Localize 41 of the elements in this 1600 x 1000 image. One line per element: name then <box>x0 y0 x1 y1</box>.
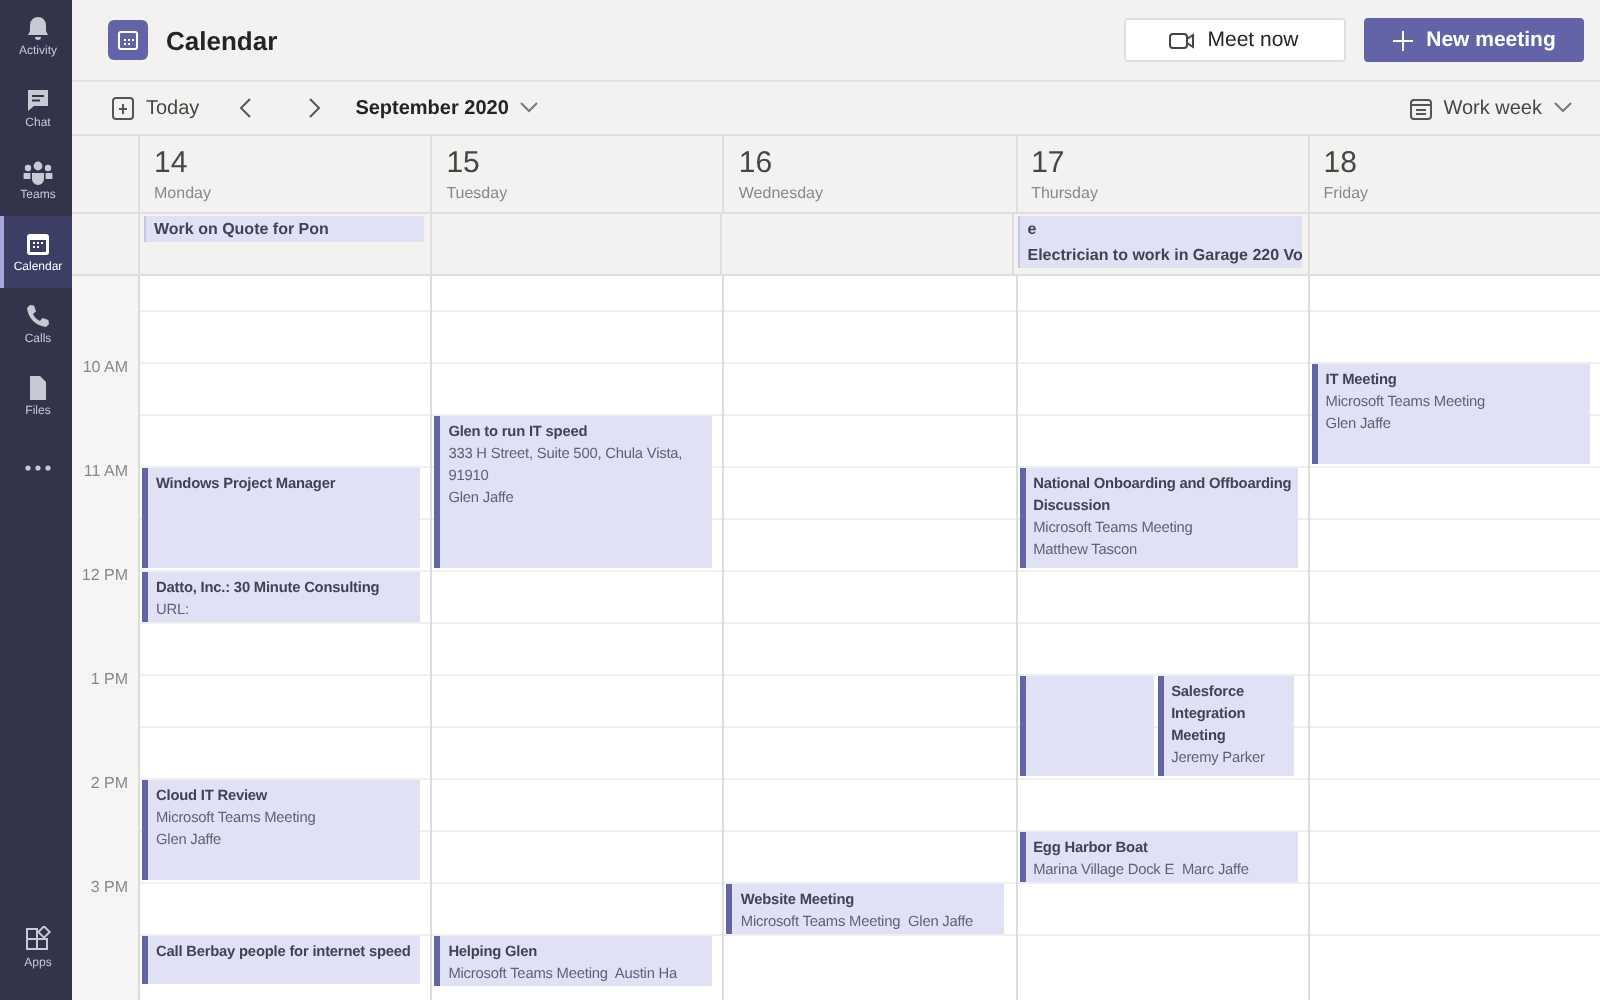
weekday-label: Monday <box>154 182 213 206</box>
today-button[interactable]: Today <box>112 96 200 120</box>
all-day-event[interactable]: Work on Quote for Pon <box>144 216 424 242</box>
phone-icon <box>24 302 52 330</box>
weekday-label: Wednesday <box>738 182 825 206</box>
plus-icon <box>1392 29 1415 51</box>
new-meeting-button[interactable]: New meeting <box>1364 18 1584 62</box>
calendar-icon <box>24 230 52 258</box>
time-label: 2 PM <box>90 774 128 793</box>
calendar-event[interactable] <box>1019 676 1154 777</box>
page-title: Calendar <box>166 25 280 55</box>
all-day-event[interactable]: Electrician to work in Garage 220 Vo <box>1017 242 1303 268</box>
more-icon <box>24 464 52 472</box>
time-label: 12 PM <box>81 566 128 585</box>
meet-now-button[interactable]: Meet now <box>1124 18 1346 62</box>
view-picker[interactable]: Work week <box>1409 97 1572 119</box>
chevron-down-icon <box>520 102 539 114</box>
time-label: 3 PM <box>90 878 128 897</box>
weekday-label: Friday <box>1323 182 1371 206</box>
day-number: 17 <box>1031 146 1067 182</box>
file-icon <box>24 374 52 402</box>
calendar-icon <box>1409 97 1432 119</box>
month-picker[interactable]: September 2020 <box>355 97 539 119</box>
weekday-label: Tuesday <box>446 182 510 206</box>
video-camera-icon <box>1167 29 1196 51</box>
calendar-icon <box>112 96 134 120</box>
weekday-label: Thursday <box>1031 182 1100 206</box>
day-number: 14 <box>154 146 190 182</box>
time-label: 1 PM <box>90 670 128 689</box>
time-label: 11 AM <box>83 462 128 481</box>
day-number: 18 <box>1323 146 1359 182</box>
bell-icon <box>24 14 52 42</box>
day-number: 15 <box>446 146 482 182</box>
calendar-app-icon <box>108 20 148 60</box>
people-icon <box>22 158 54 186</box>
all-day-event[interactable]: e <box>1017 216 1303 242</box>
time-label: 10 AM <box>82 358 128 377</box>
apps-icon <box>24 926 52 954</box>
chat-icon <box>24 86 52 114</box>
chevron-down-icon <box>1554 102 1572 114</box>
day-number: 16 <box>738 146 775 182</box>
